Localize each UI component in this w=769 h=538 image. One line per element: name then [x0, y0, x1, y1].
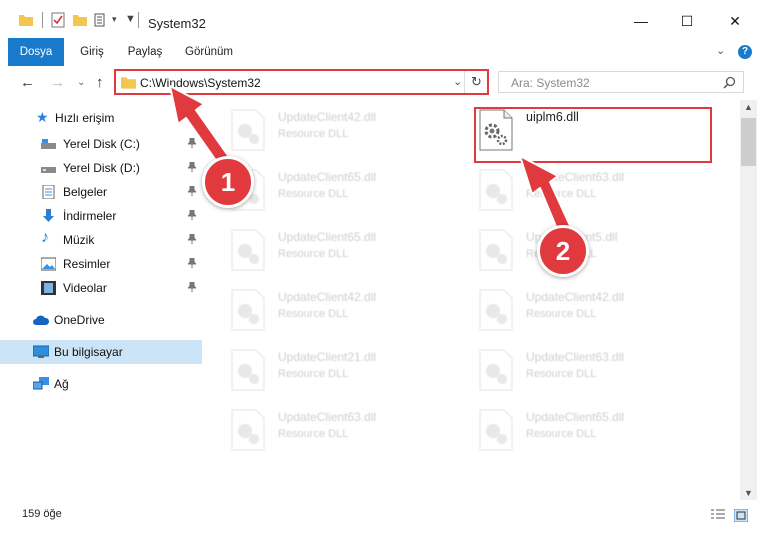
arrow-2 — [519, 155, 573, 237]
large-icons-view-icon[interactable] — [734, 509, 748, 522]
item-count: 159 öğe — [22, 508, 62, 520]
step-badge-2: 2 — [537, 225, 589, 277]
annotation-arrows — [169, 85, 573, 237]
status-bar: 159 öğe — [0, 500, 769, 538]
step-badge-1: 1 — [202, 156, 254, 208]
details-view-icon[interactable] — [711, 509, 725, 522]
